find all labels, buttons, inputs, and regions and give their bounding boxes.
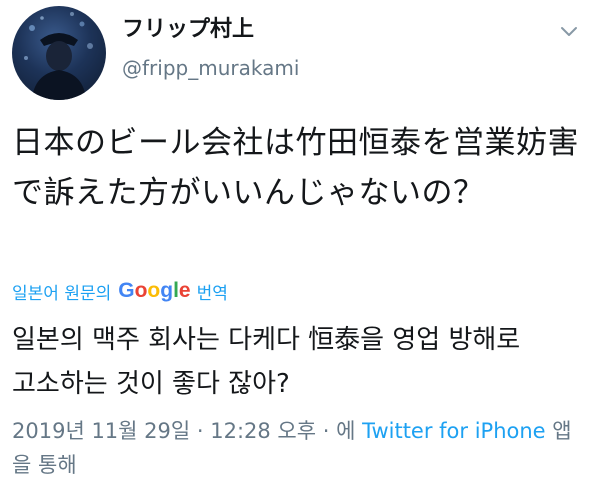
avatar[interactable] <box>12 6 106 100</box>
translation-label-prefix: 일본어 원문의 <box>12 283 112 304</box>
meta-separator: · 에 <box>316 419 363 443</box>
user-names: フリップ村上 @fripp_murakami <box>122 16 299 80</box>
display-name[interactable]: フリップ村上 <box>122 16 299 44</box>
translation-label-suffix: 번역 <box>196 283 228 304</box>
tweet-header: フリップ村上 @fripp_murakami <box>12 6 588 106</box>
source-link[interactable]: Twitter for iPhone <box>362 419 546 443</box>
translated-text: 일본의 맥주 회사는 다케다 恒泰을 영업 방해로 고소하는 것이 좋다 잖아? <box>12 325 521 399</box>
avatar-image <box>24 12 93 100</box>
google-logo-letter: o <box>134 279 148 302</box>
google-logo: Google <box>118 279 190 303</box>
google-logo-letter: o <box>147 279 161 302</box>
timestamp[interactable]: 2019년 11월 29일 · 12:28 오후 <box>12 419 316 443</box>
google-logo-letter: e <box>178 279 191 302</box>
user-handle[interactable]: @fripp_murakami <box>122 56 299 80</box>
google-logo-letter: g <box>160 279 174 302</box>
tweet-meta: 2019년 11월 29일 · 12:28 오후 · 에 Twitter for… <box>12 414 572 482</box>
tweet: フリップ村上 @fripp_murakami 日本のビール会社は竹田恒泰を営業妨… <box>0 0 600 491</box>
google-logo-letter: G <box>118 279 135 302</box>
translate-attribution[interactable]: 일본어 원문의 Google 번역 <box>12 276 228 306</box>
chevron-down-icon[interactable] <box>558 20 580 42</box>
tweet-text: 日本のビール会社は竹田恒泰を営業妨害で訴えた方がいいんじゃないの？ <box>12 125 579 211</box>
